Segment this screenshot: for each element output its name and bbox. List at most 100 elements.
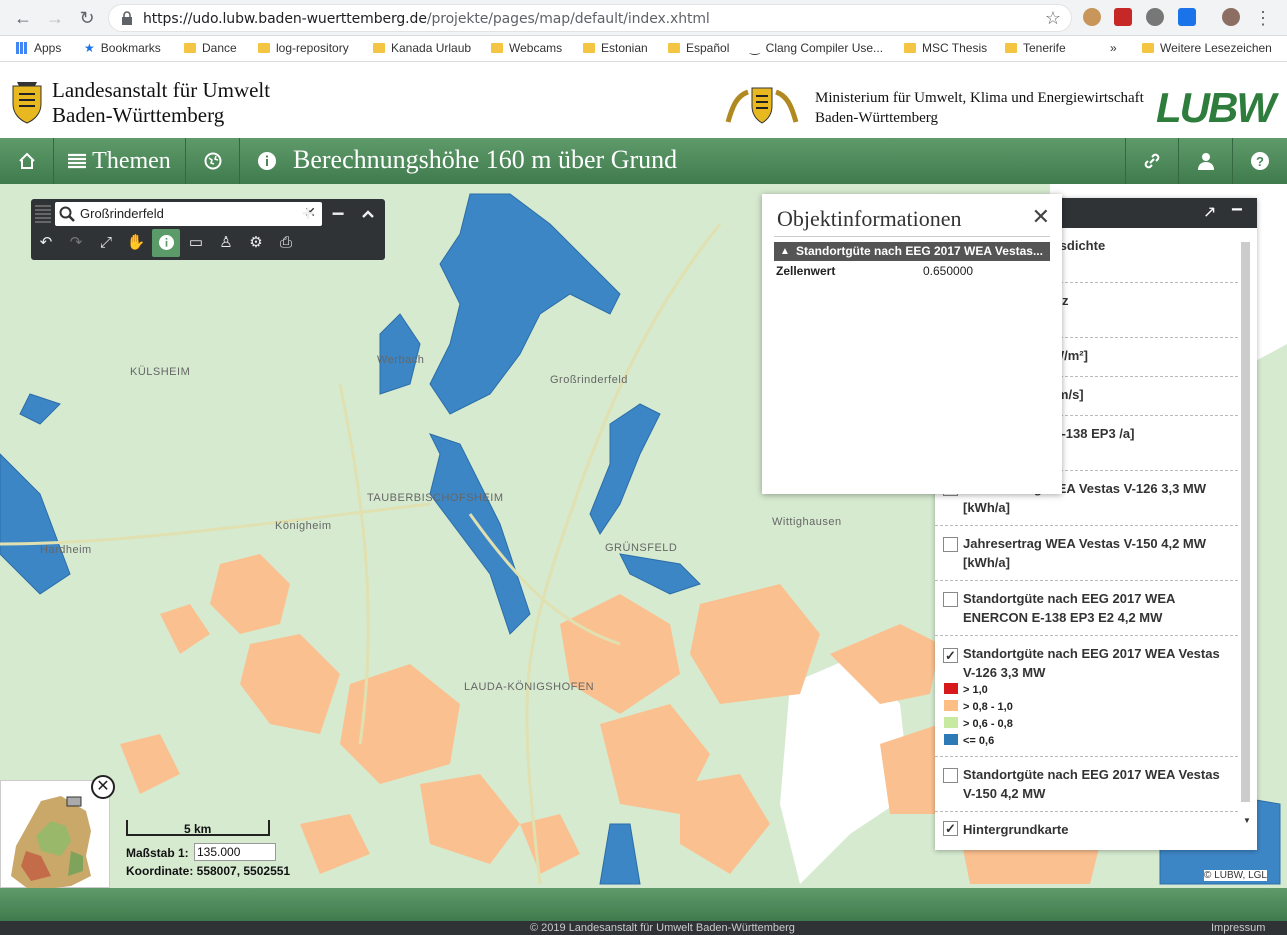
home-button[interactable] — [0, 138, 54, 184]
info-tool-button[interactable] — [152, 229, 180, 257]
ministry-name: Ministerium für Umwelt, Klima und Energi… — [815, 90, 1144, 126]
layer-checkbox[interactable] — [943, 537, 958, 552]
legend-item: <= 0,6 — [944, 734, 994, 748]
scroll-down-icon[interactable]: ▼ — [1243, 816, 1251, 825]
overview-map[interactable] — [0, 780, 110, 891]
search-icon — [59, 206, 75, 222]
profile-avatar[interactable] — [1222, 8, 1240, 26]
layer-item[interactable]: Standortgüte nach EEG 2017 WEA ENERCON E… — [935, 581, 1238, 636]
layer-checkbox[interactable] — [943, 592, 958, 607]
bookmark-kanada[interactable]: Kanada Urlaub — [373, 41, 471, 55]
folder-icon — [1005, 43, 1017, 53]
zoom-in-button[interactable]: + — [295, 201, 321, 227]
lubw-logo[interactable]: LUBW — [1156, 84, 1276, 132]
overview-map-image — [11, 796, 91, 891]
bookmark-tenerife[interactable]: Tenerife — [1005, 41, 1066, 55]
site-banner: Landesanstalt für Umwelt Baden-Württember… — [0, 68, 1287, 138]
place-label: Hardheim — [40, 544, 92, 556]
extension-icon[interactable] — [1178, 8, 1196, 26]
star-icon[interactable]: ☆ — [1045, 8, 1061, 29]
bookmark-estonian[interactable]: Estonian — [583, 41, 648, 55]
cookie-extension-icon[interactable] — [1083, 8, 1101, 26]
layer-checkbox[interactable] — [943, 768, 958, 783]
folder-icon — [668, 43, 680, 53]
coordinate-readout: Koordinate: 558007, 5502551 — [126, 864, 291, 878]
redo-icon[interactable]: ↷ — [63, 230, 89, 256]
impressum-link[interactable]: Impressum — [1211, 922, 1265, 934]
scrollbar[interactable] — [1241, 242, 1250, 802]
legend-item: > 0,6 - 0,8 — [944, 717, 1013, 731]
layer-checkbox-checked[interactable]: ✓ — [943, 648, 958, 663]
bookmark-bookmarks[interactable]: ★ Bookmarks — [84, 41, 161, 55]
info-icon — [158, 235, 174, 250]
menu-icon[interactable]: ⋮ — [1252, 7, 1274, 29]
bookmark-webcams[interactable]: Webcams — [491, 41, 562, 55]
bookmarks-overflow[interactable]: » — [1110, 41, 1117, 55]
user-button[interactable] — [1179, 138, 1233, 184]
extension-icon[interactable] — [1146, 8, 1164, 26]
expand-icon[interactable]: ↗ — [1203, 202, 1216, 222]
link-icon: ‿ — [750, 41, 760, 55]
measure-icon[interactable]: ▭ — [183, 230, 209, 256]
bookmark-log-repository[interactable]: log-repository — [258, 41, 349, 55]
layer-checkbox-checked[interactable]: ✓ — [943, 821, 958, 836]
layer-item[interactable]: ✓ Hintergrundkarte — [935, 812, 1238, 848]
folder-icon — [491, 43, 503, 53]
place-label: Königheim — [275, 520, 332, 532]
bookmark-apps[interactable]: Apps — [16, 41, 61, 55]
pan-hand-icon[interactable]: ✋ — [123, 230, 149, 256]
bookmark-espanol[interactable]: Español — [668, 41, 729, 55]
legend-item: > 0,8 - 1,0 — [944, 700, 1013, 714]
layer-item[interactable]: Jahresertrag WEA Vestas V-150 4,2 MW [kW… — [935, 526, 1238, 581]
bookmark-other[interactable]: Weitere Lesezeichen — [1142, 41, 1272, 55]
drag-handle[interactable] — [35, 205, 51, 223]
annotate-icon[interactable]: ♙ — [213, 230, 239, 256]
folder-icon — [258, 43, 270, 53]
state-emblem-icon — [725, 87, 799, 124]
link-button[interactable] — [1125, 138, 1179, 184]
close-overview-icon[interactable]: ✕ — [91, 775, 115, 799]
bookmark-msc-thesis[interactable]: MSC Thesis — [904, 41, 987, 55]
zoom-out-button[interactable]: − — [325, 201, 351, 227]
collapse-toolbar-button[interactable] — [355, 201, 381, 227]
footer: © 2019 Landesanstalt für Umwelt Baden-Wü… — [0, 921, 1287, 935]
bookmark-clang[interactable]: ‿ Clang Compiler Use... — [750, 41, 883, 55]
folder-icon — [373, 43, 385, 53]
star-icon: ★ — [84, 41, 95, 55]
globe-button[interactable] — [186, 138, 240, 184]
minimize-icon[interactable]: − — [1231, 199, 1243, 222]
undo-icon[interactable]: ↶ — [33, 230, 59, 256]
layer-item-active[interactable]: ✓ Standortgüte nach EEG 2017 WEA Vestas … — [935, 636, 1238, 757]
back-icon[interactable]: ← — [12, 7, 34, 29]
url-host: https://udo.lubw.baden-wuerttemberg.de — [143, 11, 427, 27]
bookmark-dance[interactable]: Dance — [184, 41, 237, 55]
user-icon — [1197, 153, 1214, 170]
scale-input[interactable]: 135.000 — [194, 843, 276, 861]
close-icon[interactable]: ✕ — [1032, 204, 1050, 230]
bookmarks-bar: Apps ★ Bookmarks Dance log-repository Kan… — [0, 36, 1287, 62]
scale-label: 5 km — [184, 822, 212, 836]
layer-item[interactable]: Standortgüte nach EEG 2017 WEA Vestas V-… — [935, 757, 1238, 812]
gear-icon[interactable]: ⚙ — [243, 230, 269, 256]
full-extent-icon[interactable]: ⤢ — [93, 230, 119, 256]
popup-section-header[interactable]: ▲ Standortgüte nach EEG 2017 WEA Vestas.… — [774, 242, 1050, 261]
adblock-extension-icon[interactable] — [1114, 8, 1132, 26]
reload-icon[interactable]: ↻ — [76, 7, 98, 29]
coat-of-arms-icon — [12, 82, 42, 124]
info-button[interactable] — [240, 138, 293, 184]
list-icon — [68, 153, 87, 169]
help-button[interactable]: ? — [1233, 138, 1287, 184]
address-bar[interactable]: https://udo.lubw.baden-wuerttemberg.de/p… — [108, 4, 1072, 32]
divider — [774, 236, 1050, 237]
url-path: /projekte/pages/map/default/index.xhtml — [426, 11, 710, 27]
forward-icon[interactable]: → — [44, 7, 66, 29]
themes-button[interactable]: Themen — [54, 138, 186, 184]
map-toolbar: Großrinderfeld ✕ + − ↶ ↷ ⤢ ✋ ▭ ♙ ⚙ ⎙ — [31, 199, 385, 260]
org-name: Landesanstalt für Umwelt Baden-Württember… — [52, 78, 271, 127]
place-search-input[interactable]: Großrinderfeld ✕ — [55, 202, 322, 226]
print-icon[interactable]: ⎙ — [273, 230, 299, 256]
lock-icon — [122, 11, 132, 25]
object-info-popup: Objektinformationen ✕ ▲ Standortgüte nac… — [762, 194, 1062, 494]
folder-icon — [583, 43, 595, 53]
search-value: Großrinderfeld — [80, 206, 164, 221]
